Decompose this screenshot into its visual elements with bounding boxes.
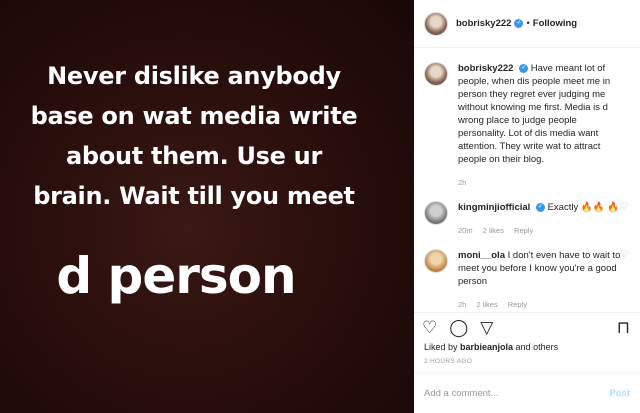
likes-prefix: Liked by xyxy=(424,342,461,352)
action-bar: ♡ ◯ ▽ ⊓ xyxy=(414,312,640,342)
comment-text: Have meant lot of people, when dis peopl… xyxy=(458,63,611,165)
comment-username[interactable]: bobrisky222 xyxy=(458,63,513,74)
likes-user[interactable]: barbieanjola xyxy=(460,342,513,352)
avatar[interactable] xyxy=(424,11,448,36)
add-comment-bar: Add a comment... Post xyxy=(414,372,640,413)
post-image: Never dislike anybody base on wat media … xyxy=(0,0,414,413)
likes-summary[interactable]: Liked by barbieanjola and others xyxy=(424,342,558,352)
heart-icon[interactable]: ♡ xyxy=(422,318,437,338)
comment-text: Exactly 🔥🔥 🔥 xyxy=(547,202,619,213)
comment: kingminjiofficial ✓ Exactly 🔥🔥 🔥 20m 2 l… xyxy=(414,195,640,243)
post-text-line: Never dislike anybody xyxy=(47,62,341,90)
post-text-line: base on wat media write xyxy=(30,102,358,130)
post-header: bobrisky222 ✓ • Following xyxy=(414,0,640,48)
avatar[interactable] xyxy=(424,201,448,225)
comment: moni__ola I don't even have to wait to m… xyxy=(414,243,640,310)
reply-button[interactable]: Reply xyxy=(514,226,533,235)
avatar[interactable] xyxy=(424,249,448,273)
post-timestamp: 2 HOURS AGO xyxy=(424,358,473,365)
comment-time: 2h xyxy=(458,178,467,187)
side-panel: bobrisky222 ✓ • Following bobrisky222 ✓ … xyxy=(414,0,640,413)
share-icon[interactable]: ▽ xyxy=(480,318,493,338)
verified-badge-icon: ✓ xyxy=(514,19,524,28)
caption-comment: bobrisky222 ✓ Have meant lot of people, … xyxy=(414,56,640,195)
following-button[interactable]: Following xyxy=(533,18,577,29)
verified-badge-icon: ✓ xyxy=(519,63,529,73)
comment-like-heart-icon[interactable]: ♡ xyxy=(620,201,630,211)
post-button[interactable]: Post xyxy=(609,388,630,399)
comment-likes[interactable]: 2 likes xyxy=(483,226,504,235)
comment-time: 20m xyxy=(458,226,473,235)
comment-username[interactable]: kingminjiofficial xyxy=(458,202,530,213)
separator-dot: • xyxy=(526,18,530,29)
avatar[interactable] xyxy=(424,62,448,86)
post-text-big: d person xyxy=(56,247,296,305)
comment-likes[interactable]: 2 likes xyxy=(476,300,497,309)
reply-button[interactable]: Reply xyxy=(508,300,527,309)
post-text-line: about them. Use ur xyxy=(65,142,323,170)
header-username[interactable]: bobrisky222 xyxy=(456,18,511,29)
comment-time: 2h xyxy=(458,300,467,309)
add-comment-input[interactable]: Add a comment... xyxy=(424,388,498,399)
comments-list: bobrisky222 ✓ Have meant lot of people, … xyxy=(414,56,640,310)
verified-badge-icon: ✓ xyxy=(535,202,545,212)
post-text-line: brain. Wait till you meet xyxy=(33,182,355,210)
bookmark-icon[interactable]: ⊓ xyxy=(617,318,630,338)
likes-suffix: and others xyxy=(513,342,559,352)
comment-username[interactable]: moni__ola xyxy=(458,250,505,261)
comment-icon[interactable]: ◯ xyxy=(449,318,468,338)
comment-like-heart-icon[interactable]: ♡ xyxy=(620,249,630,259)
post-text: Never dislike anybody base on wat media … xyxy=(8,56,380,216)
